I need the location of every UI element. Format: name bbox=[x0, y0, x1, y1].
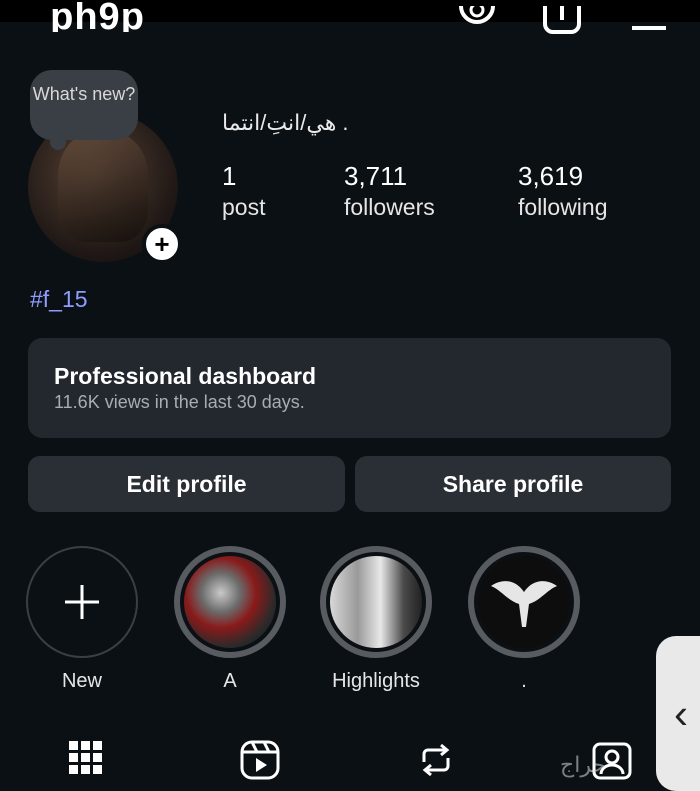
stat-following-value: 3,619 bbox=[518, 161, 584, 191]
highlight-label: A bbox=[223, 670, 237, 692]
wings-image bbox=[491, 581, 557, 627]
reposts-icon[interactable] bbox=[416, 740, 456, 780]
professional-dashboard-card[interactable]: Professional dashboard 11.6K views in th… bbox=[28, 338, 671, 438]
stat-posts[interactable]: 1 post bbox=[222, 160, 265, 222]
highlight-cover bbox=[330, 556, 422, 648]
reels-icon[interactable] bbox=[240, 740, 280, 780]
chevron-left-icon[interactable]: ‹ bbox=[656, 636, 700, 791]
create-icon[interactable] bbox=[542, 6, 582, 34]
highlight-dot[interactable]: . bbox=[468, 546, 580, 693]
highlight-label: Highlights bbox=[332, 670, 420, 692]
bio-hashtag-link[interactable]: #f_15 bbox=[30, 286, 88, 313]
highlight-highlights[interactable]: Highlights bbox=[320, 546, 432, 693]
highlight-new[interactable]: New bbox=[26, 546, 138, 693]
highlight-label: . bbox=[521, 670, 527, 692]
plus-icon bbox=[65, 585, 99, 619]
highlight-cover bbox=[184, 556, 276, 648]
grid-icon[interactable] bbox=[68, 740, 104, 776]
stat-following-label: following bbox=[518, 194, 608, 220]
highlight-ring bbox=[468, 546, 580, 658]
share-profile-button[interactable]: Share profile bbox=[355, 456, 671, 512]
threads-icon[interactable] bbox=[458, 6, 496, 34]
dashboard-subtitle: 11.6K views in the last 30 days. bbox=[54, 392, 305, 412]
highlight-ring bbox=[320, 546, 432, 658]
edit-profile-button[interactable]: Edit profile bbox=[28, 456, 345, 512]
highlight-new-ring bbox=[26, 546, 138, 658]
stat-followers-value: 3,711 bbox=[344, 161, 408, 191]
display-name: . هي/انتِ/انتما bbox=[222, 110, 349, 135]
highlight-ring bbox=[174, 546, 286, 658]
note-bubble[interactable]: What's new? bbox=[30, 70, 138, 150]
stat-posts-value: 1 bbox=[222, 161, 237, 191]
dashboard-title: Professional dashboard bbox=[54, 363, 317, 389]
profile-username[interactable]: _ph9p bbox=[28, 2, 145, 32]
stat-followers[interactable]: 3,711 followers bbox=[344, 160, 435, 222]
add-story-button[interactable]: + bbox=[142, 224, 182, 264]
stat-followers-label: followers bbox=[344, 194, 435, 220]
menu-icon[interactable] bbox=[630, 6, 668, 34]
highlight-label: New bbox=[61, 670, 102, 692]
highlight-a[interactable]: A bbox=[174, 546, 286, 693]
watermark: حراج bbox=[560, 752, 607, 777]
highlight-cover bbox=[478, 556, 570, 648]
stat-following[interactable]: 3,619 following bbox=[518, 160, 608, 222]
stat-posts-label: post bbox=[222, 194, 266, 220]
